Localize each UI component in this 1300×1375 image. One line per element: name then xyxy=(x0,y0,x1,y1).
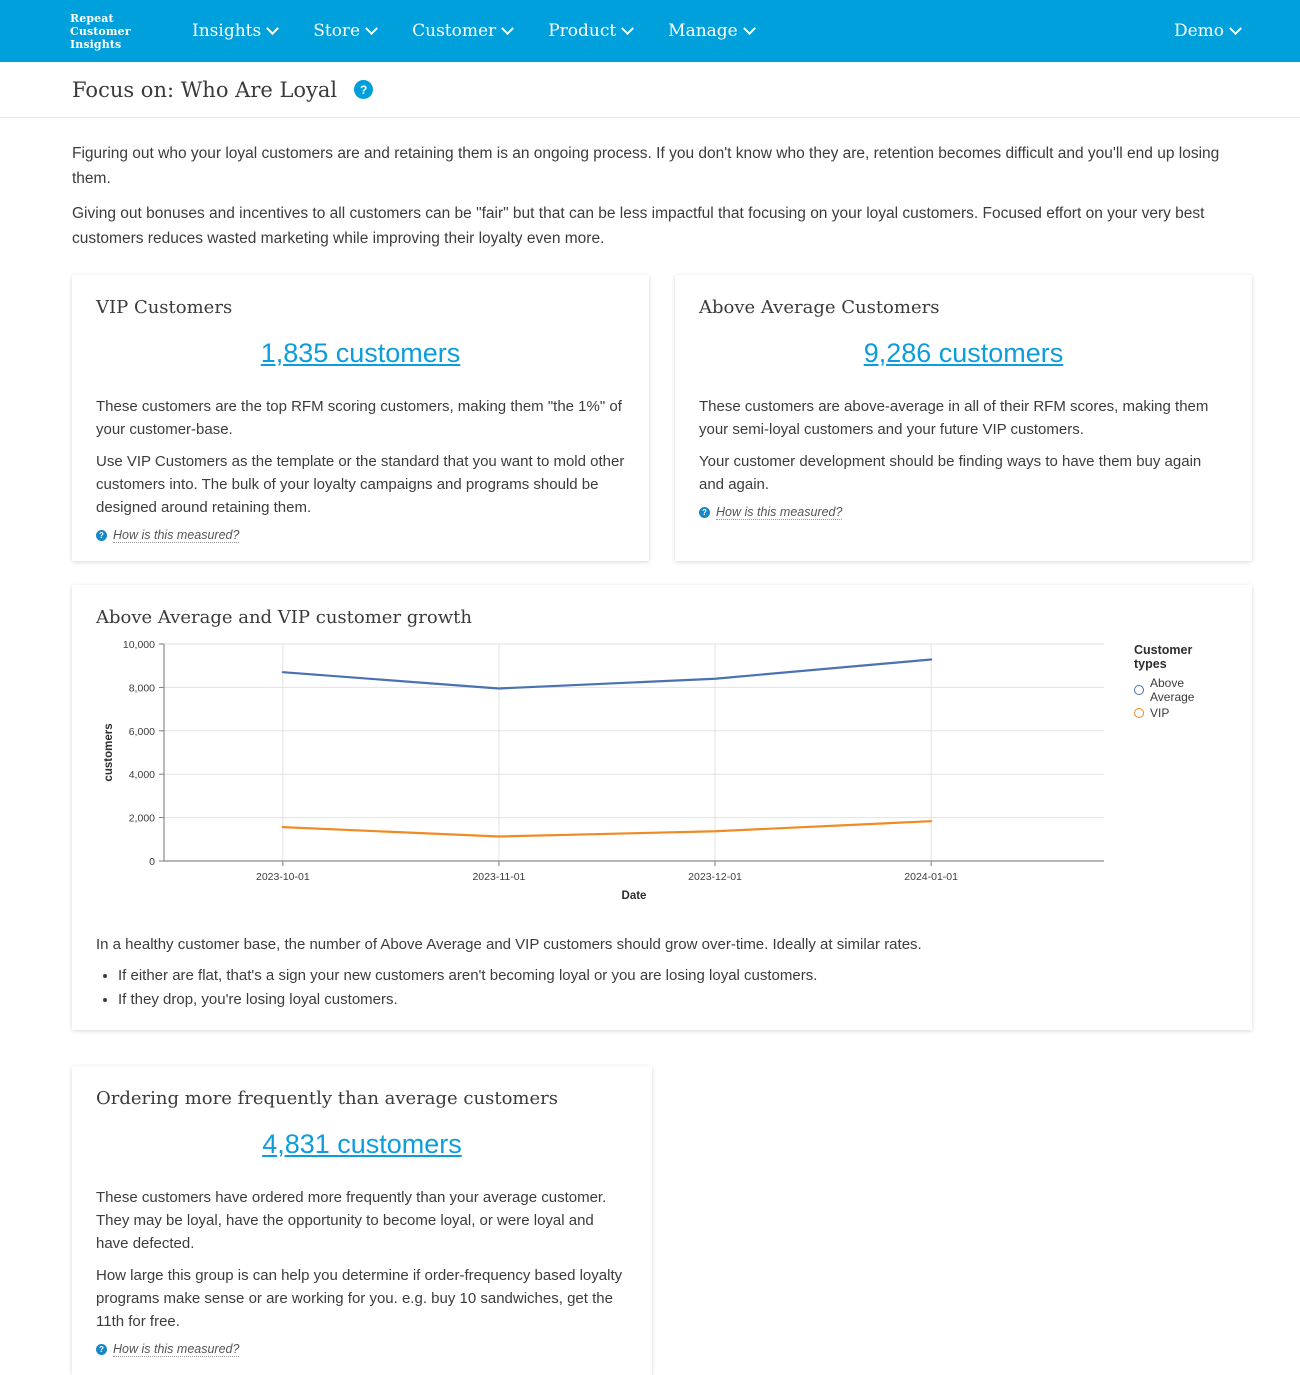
y-axis-tick-label: 10,000 xyxy=(123,639,155,651)
page-title: Focus on: Who Are Loyal xyxy=(72,77,338,102)
question-mark-icon: ? xyxy=(96,530,107,541)
chart-notes: In a healthy customer base, the number o… xyxy=(96,933,1228,1012)
brand-text-2: Customer xyxy=(70,24,131,38)
chevron-down-icon xyxy=(1229,21,1242,35)
vip-metric-link[interactable]: 1,835 customers xyxy=(261,338,461,368)
above-average-how-measured[interactable]: ? How is this measured? xyxy=(699,505,1228,520)
legend-marker-icon xyxy=(1134,708,1144,718)
growth-chart-card: Above Average and VIP customer growth 0 2… xyxy=(72,585,1252,1030)
vip-card-title: VIP Customers xyxy=(96,297,233,318)
primary-nav: Insights Store Customer Product Manage xyxy=(174,21,772,41)
brand-text-1: Repeat xyxy=(70,11,114,25)
nav-item-insights-label: Insights xyxy=(192,21,262,41)
top-navigation-bar: Repeat Customer Insights Insights Store … xyxy=(0,0,1300,62)
chart-note-bullet-1: If either are flat, that's a sign your n… xyxy=(118,964,1228,988)
intro-paragraph-1: Figuring out who your loyal customers ar… xyxy=(72,145,1220,187)
brand-logo[interactable]: Repeat Customer Insights xyxy=(70,12,160,51)
vip-customers-card: VIP Customers 1,835 customers These cust… xyxy=(72,275,649,561)
legend-label-vip: VIP xyxy=(1150,706,1170,720)
chevron-down-icon xyxy=(621,21,635,35)
x-axis-tick-label: 2023-10-01 xyxy=(256,871,310,883)
chevron-down-icon xyxy=(266,21,280,35)
x-axis-tick-label: 2024-01-01 xyxy=(904,871,958,883)
series-line-vip xyxy=(281,820,933,838)
above-average-metric-link[interactable]: 9,286 customers xyxy=(864,338,1064,368)
question-mark-icon: ? xyxy=(96,1344,107,1355)
y-axis-tick-label: 6,000 xyxy=(129,726,155,738)
chevron-down-icon xyxy=(501,21,515,35)
chart-wrapper: 0 2,000 4,000 6,000 8,000 10,000 2023-10-01 202… xyxy=(96,634,1228,919)
nav-item-product[interactable]: Product xyxy=(530,21,650,41)
x-axis-tick-label: 2023-11-01 xyxy=(472,871,525,883)
frequent-how-measured[interactable]: ? How is this measured? xyxy=(96,1342,628,1357)
legend-item-above-average[interactable]: Above Average xyxy=(1134,676,1228,704)
intro-section: Figuring out who your loyal customers ar… xyxy=(72,118,1252,251)
page-header: Focus on: Who Are Loyal ? xyxy=(0,62,1300,118)
above-average-customers-card: Above Average Customers 9,286 customers … xyxy=(675,275,1252,561)
legend-title: Customer types xyxy=(1134,643,1193,671)
frequent-card-title: Ordering more frequently than average cu… xyxy=(96,1088,558,1109)
nav-item-manage-label: Manage xyxy=(668,21,738,41)
nav-item-customer-label: Customer xyxy=(412,21,497,41)
nav-item-store[interactable]: Store xyxy=(295,21,394,41)
x-axis-title: Date xyxy=(622,890,647,902)
above-average-paragraph-2: Your customer development should be find… xyxy=(699,453,1202,493)
ordering-frequently-card: Ordering more frequently than average cu… xyxy=(72,1066,652,1375)
x-axis-tick-label: 2023-12-01 xyxy=(688,871,742,883)
chart-legend: Customer types Above Average VIP xyxy=(1126,634,1228,919)
nav-item-store-label: Store xyxy=(313,21,361,41)
brand-line-1: Repeat xyxy=(70,12,160,25)
chevron-down-icon xyxy=(742,21,756,35)
nav-item-product-label: Product xyxy=(548,21,617,41)
frequent-paragraph-2: How large this group is can help you det… xyxy=(96,1267,623,1330)
y-axis-tick-label: 8,000 xyxy=(129,682,155,694)
frequent-paragraph-1: These customers have ordered more freque… xyxy=(96,1189,607,1252)
frequent-metric: 4,831 customers xyxy=(96,1129,628,1160)
y-axis-tick-label: 4,000 xyxy=(129,769,155,781)
intro-paragraph-2: Giving out bonuses and incentives to all… xyxy=(72,205,1205,247)
above-average-paragraph-1: These customers are above-average in all… xyxy=(699,398,1209,438)
chart-note-paragraph: In a healthy customer base, the number o… xyxy=(96,936,922,953)
vip-paragraph-2: Use VIP Customers as the template or the… xyxy=(96,453,625,516)
above-average-metric: 9,286 customers xyxy=(699,338,1228,369)
legend-marker-icon xyxy=(1134,685,1144,695)
legend-label-above-average: Above Average xyxy=(1150,676,1195,704)
y-axis-tick-label: 2,000 xyxy=(129,813,155,825)
frequent-how-measured-label: How is this measured? xyxy=(113,1342,240,1357)
nav-item-customer[interactable]: Customer xyxy=(394,21,530,41)
above-average-how-measured-label: How is this measured? xyxy=(716,505,843,520)
metric-cards-row: VIP Customers 1,835 customers These cust… xyxy=(72,275,1252,561)
account-menu-demo[interactable]: Demo xyxy=(1156,21,1276,41)
chevron-down-icon xyxy=(365,21,378,35)
brand-line-2: Customer xyxy=(70,25,160,38)
line-chart[interactable]: 0 2,000 4,000 6,000 8,000 10,000 2023-10-01 202… xyxy=(96,634,1126,919)
growth-chart-row: Above Average and VIP customer growth 0 2… xyxy=(72,585,1252,1030)
vip-how-measured-label: How is this measured? xyxy=(113,528,240,543)
y-axis-tick-label: 0 xyxy=(149,856,155,868)
y-axis-title: customers xyxy=(103,723,115,781)
vip-paragraph-1: These customers are the top RFM scoring … xyxy=(96,398,622,438)
legend-item-vip[interactable]: VIP xyxy=(1134,706,1228,720)
above-average-card-title: Above Average Customers xyxy=(699,297,940,318)
question-mark-icon[interactable]: ? xyxy=(354,80,374,99)
growth-chart-title: Above Average and VIP customer growth xyxy=(96,607,472,628)
series-line-above-average xyxy=(281,658,933,690)
question-mark-icon: ? xyxy=(699,507,710,518)
brand-text-3: Insights xyxy=(70,37,122,51)
growth-chart-svg: 0 2,000 4,000 6,000 8,000 10,000 2023-10-01 202… xyxy=(103,639,1104,902)
vip-how-measured[interactable]: ? How is this measured? xyxy=(96,528,625,543)
chart-note-list: If either are flat, that's a sign your n… xyxy=(96,964,1228,1012)
nav-item-insights[interactable]: Insights xyxy=(174,21,295,41)
nav-item-manage[interactable]: Manage xyxy=(650,21,772,41)
main-content: Figuring out who your loyal customers ar… xyxy=(0,118,1300,1375)
account-nav: Demo xyxy=(1156,21,1276,41)
chart-note-bullet-2: If they drop, you're losing loyal custom… xyxy=(118,988,1228,1012)
brand-line-3: Insights xyxy=(70,38,160,51)
frequent-metric-link[interactable]: 4,831 customers xyxy=(262,1129,462,1159)
frequency-card-row: Ordering more frequently than average cu… xyxy=(72,1066,1252,1375)
vip-metric: 1,835 customers xyxy=(96,338,625,369)
account-menu-label: Demo xyxy=(1173,21,1224,41)
